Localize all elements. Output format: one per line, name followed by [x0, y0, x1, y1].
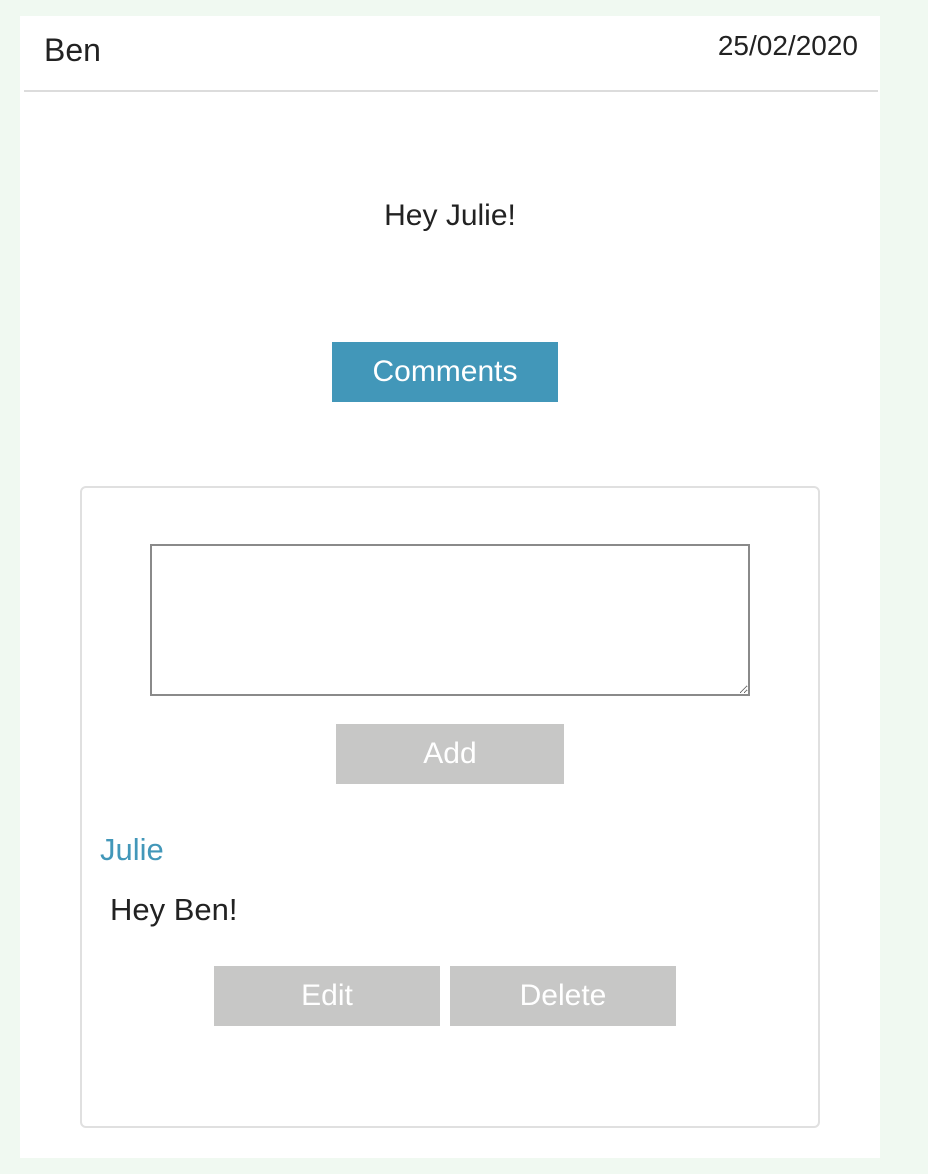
add-comment-button[interactable]: Add [336, 724, 564, 784]
post-card: Ben 25/02/2020 Hey Julie! Comments Add J… [20, 16, 880, 1158]
delete-comment-button[interactable]: Delete [450, 966, 676, 1026]
edit-comment-button[interactable]: Edit [214, 966, 440, 1026]
post-header: Ben 25/02/2020 [24, 16, 878, 92]
comment-text: Hey Ben! [110, 892, 238, 927]
comments-panel: Add Julie Hey Ben! Edit Delete [80, 486, 820, 1128]
post-message: Hey Julie! [384, 199, 516, 232]
comments-button[interactable]: Comments [332, 342, 558, 402]
comment-input[interactable] [150, 544, 750, 696]
post-author: Ben [44, 32, 101, 68]
comment-author-link[interactable]: Julie [100, 830, 164, 870]
post-date: 25/02/2020 [717, 30, 858, 61]
